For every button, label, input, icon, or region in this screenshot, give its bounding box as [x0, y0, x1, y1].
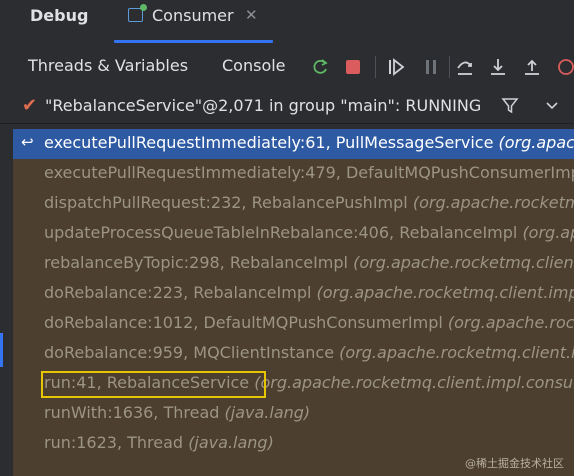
step-over-icon[interactable]: [455, 57, 475, 77]
chevron-down-icon[interactable]: [542, 95, 562, 115]
step-into-icon[interactable]: [488, 57, 508, 77]
debug-toolbar: Threads & Variables Console: [0, 48, 574, 88]
toolbar-separator: [375, 56, 376, 78]
frame-method: doRebalance:223, RebalanceImpl: [44, 283, 312, 302]
frame-text: doRebalance:959, MQClientInstance (org.a…: [44, 343, 574, 362]
frame-text: rebalanceByTopic:298, RebalanceImpl (org…: [44, 253, 574, 272]
stack-frame-row[interactable]: runWith:1636, Thread (java.lang): [13, 399, 574, 429]
stack-frame-row[interactable]: dispatchPullRequest:232, RebalancePushIm…: [13, 189, 574, 219]
stack-frame-row[interactable]: doRebalance:1012, DefaultMQPushConsumerI…: [13, 309, 574, 339]
rerun-icon[interactable]: [310, 57, 330, 77]
frame-text: doRebalance:223, RebalanceImpl (org.apac…: [44, 283, 574, 302]
tab-console[interactable]: Console: [222, 56, 286, 75]
frame-package: (org.apache.rocketmq.client.impl.consume…: [522, 223, 574, 242]
frame-text: run:1623, Thread (java.lang): [44, 433, 274, 452]
stack-frame-row[interactable]: rebalanceByTopic:298, RebalanceImpl (org…: [13, 249, 574, 279]
tool-window-title: Debug: [30, 6, 89, 25]
tab-consumer-label: Consumer: [152, 6, 234, 25]
gutter-marker: [0, 333, 3, 367]
frame-package: (org.apache.rocketmq.client.impl.consume…: [498, 133, 574, 152]
active-tab-indicator: [114, 40, 273, 43]
frame-method: rebalanceByTopic:298, RebalanceImpl: [44, 253, 348, 272]
frame-text: executePullRequestImmediately:61, PullMe…: [44, 133, 574, 152]
resume-icon[interactable]: [386, 57, 406, 77]
frames-list: ↩ executePullRequestImmediately:61, PullM…: [13, 129, 574, 476]
frame-method: runWith:1636, Thread: [44, 403, 220, 422]
run-to-cursor-icon[interactable]: [556, 57, 574, 77]
frame-method: updateProcessQueueTableInRebalance:406, …: [44, 223, 518, 242]
thread-selector[interactable]: ✔ "RebalanceService"@2,071 in group "mai…: [0, 88, 574, 124]
return-icon: ↩: [21, 133, 34, 151]
frame-method: doRebalance:1012, DefaultMQPushConsumerI…: [44, 313, 443, 332]
frame-package: (org.apache.rocketmq.client.impl.consume…: [412, 193, 574, 212]
tab-threads-variables[interactable]: Threads & Variables: [28, 56, 188, 75]
watermark: @稀土掘金技术社区: [465, 457, 564, 470]
toolbar-separator: [449, 56, 450, 78]
frame-package: (java.lang): [224, 403, 311, 422]
frame-package: (org.apache.rocketmq.client.impl.consume…: [353, 253, 574, 272]
frame-text: runWith:1636, Thread (java.lang): [44, 403, 310, 422]
left-gutter: [0, 129, 13, 476]
stack-frame-row[interactable]: doRebalance:223, RebalanceImpl (org.apac…: [13, 279, 574, 309]
frame-method: dispatchPullRequest:232, RebalancePushIm…: [44, 193, 408, 212]
frame-package: (org.apache.rocketmq.client.impl.consume…: [447, 313, 574, 332]
frame-method: run:1623, Thread: [44, 433, 184, 452]
tab-consumer[interactable]: Consumer ✕: [124, 0, 272, 43]
run-config-icon: [128, 4, 147, 22]
check-icon: ✔: [22, 95, 38, 116]
filter-icon[interactable]: [500, 95, 520, 115]
frame-package: (org.apache.rocketmq.client.impl.consume…: [254, 373, 574, 392]
frame-method: doRebalance:959, MQClientInstance: [44, 343, 335, 362]
frame-package: (java.lang): [188, 433, 274, 452]
stop-icon[interactable]: [343, 57, 363, 77]
stack-frame-row[interactable]: doRebalance:959, MQClientInstance (org.a…: [13, 339, 574, 369]
highlight-box: [41, 371, 266, 398]
frame-text: dispatchPullRequest:232, RebalancePushIm…: [44, 193, 574, 212]
frame-package: (org.apache.rocketmq.client.impl.factory…: [339, 343, 574, 362]
pause-icon[interactable]: [421, 57, 441, 77]
thread-label: "RebalanceService"@2,071 in group "main"…: [45, 96, 482, 115]
debug-header: Debug Consumer ✕: [0, 0, 574, 43]
frame-method: executePullRequestImmediately:61, PullMe…: [44, 133, 494, 152]
frame-text: updateProcessQueueTableInRebalance:406, …: [44, 223, 574, 242]
frame-method: executePullRequestImmediately:479, Defau…: [44, 163, 574, 182]
stack-frame-row[interactable]: ↩ executePullRequestImmediately:61, PullM…: [13, 129, 574, 159]
frame-text: executePullRequestImmediately:479, Defau…: [44, 163, 574, 182]
step-out-icon[interactable]: [522, 57, 542, 77]
frame-text: doRebalance:1012, DefaultMQPushConsumerI…: [44, 313, 574, 332]
stack-frame-row[interactable]: executePullRequestImmediately:479, Defau…: [13, 159, 574, 189]
stack-frame-row[interactable]: updateProcessQueueTableInRebalance:406, …: [13, 219, 574, 249]
frame-package: (org.apache.rocketmq.client.impl.consume…: [316, 283, 574, 302]
close-icon[interactable]: ✕: [245, 6, 258, 24]
